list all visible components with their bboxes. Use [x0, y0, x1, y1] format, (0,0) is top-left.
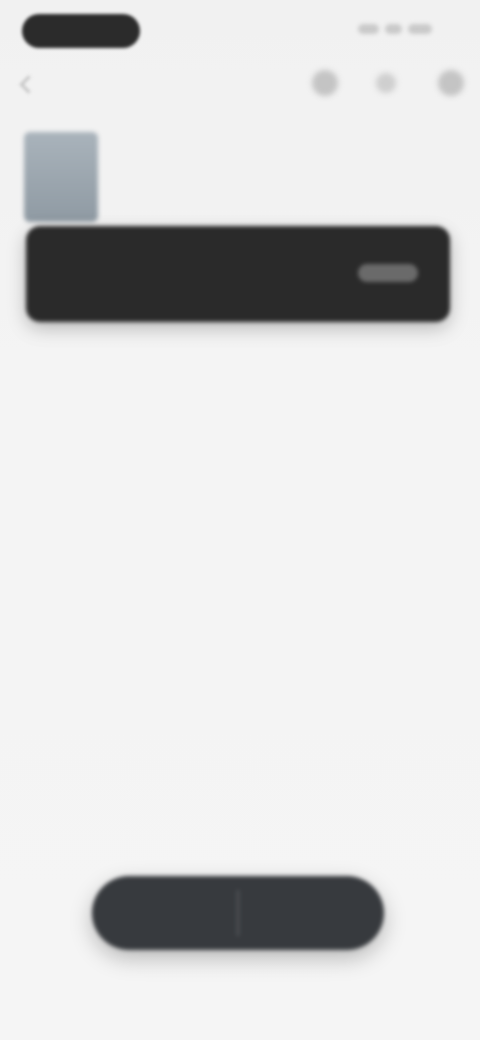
app-screen	[0, 0, 480, 1040]
bottom-control-bar	[92, 876, 384, 950]
back-button[interactable]	[19, 70, 93, 98]
add-icon[interactable]	[312, 70, 338, 96]
wifi-icon	[384, 24, 402, 34]
track-thumbnail[interactable]	[24, 132, 98, 222]
more-icon[interactable]	[438, 70, 464, 96]
status-bar	[0, 0, 480, 56]
status-indicators	[358, 22, 438, 36]
signal-icon	[358, 24, 379, 34]
share-icon[interactable]	[376, 73, 396, 93]
chevron-left-icon	[19, 74, 38, 94]
status-pill	[22, 14, 140, 48]
battery-icon	[407, 24, 432, 34]
bottom-right-button[interactable]	[239, 876, 384, 950]
card-action-button[interactable]	[358, 264, 418, 282]
bottom-left-button[interactable]	[92, 876, 237, 950]
top-bar	[0, 56, 480, 112]
playback-card[interactable]	[26, 226, 450, 322]
